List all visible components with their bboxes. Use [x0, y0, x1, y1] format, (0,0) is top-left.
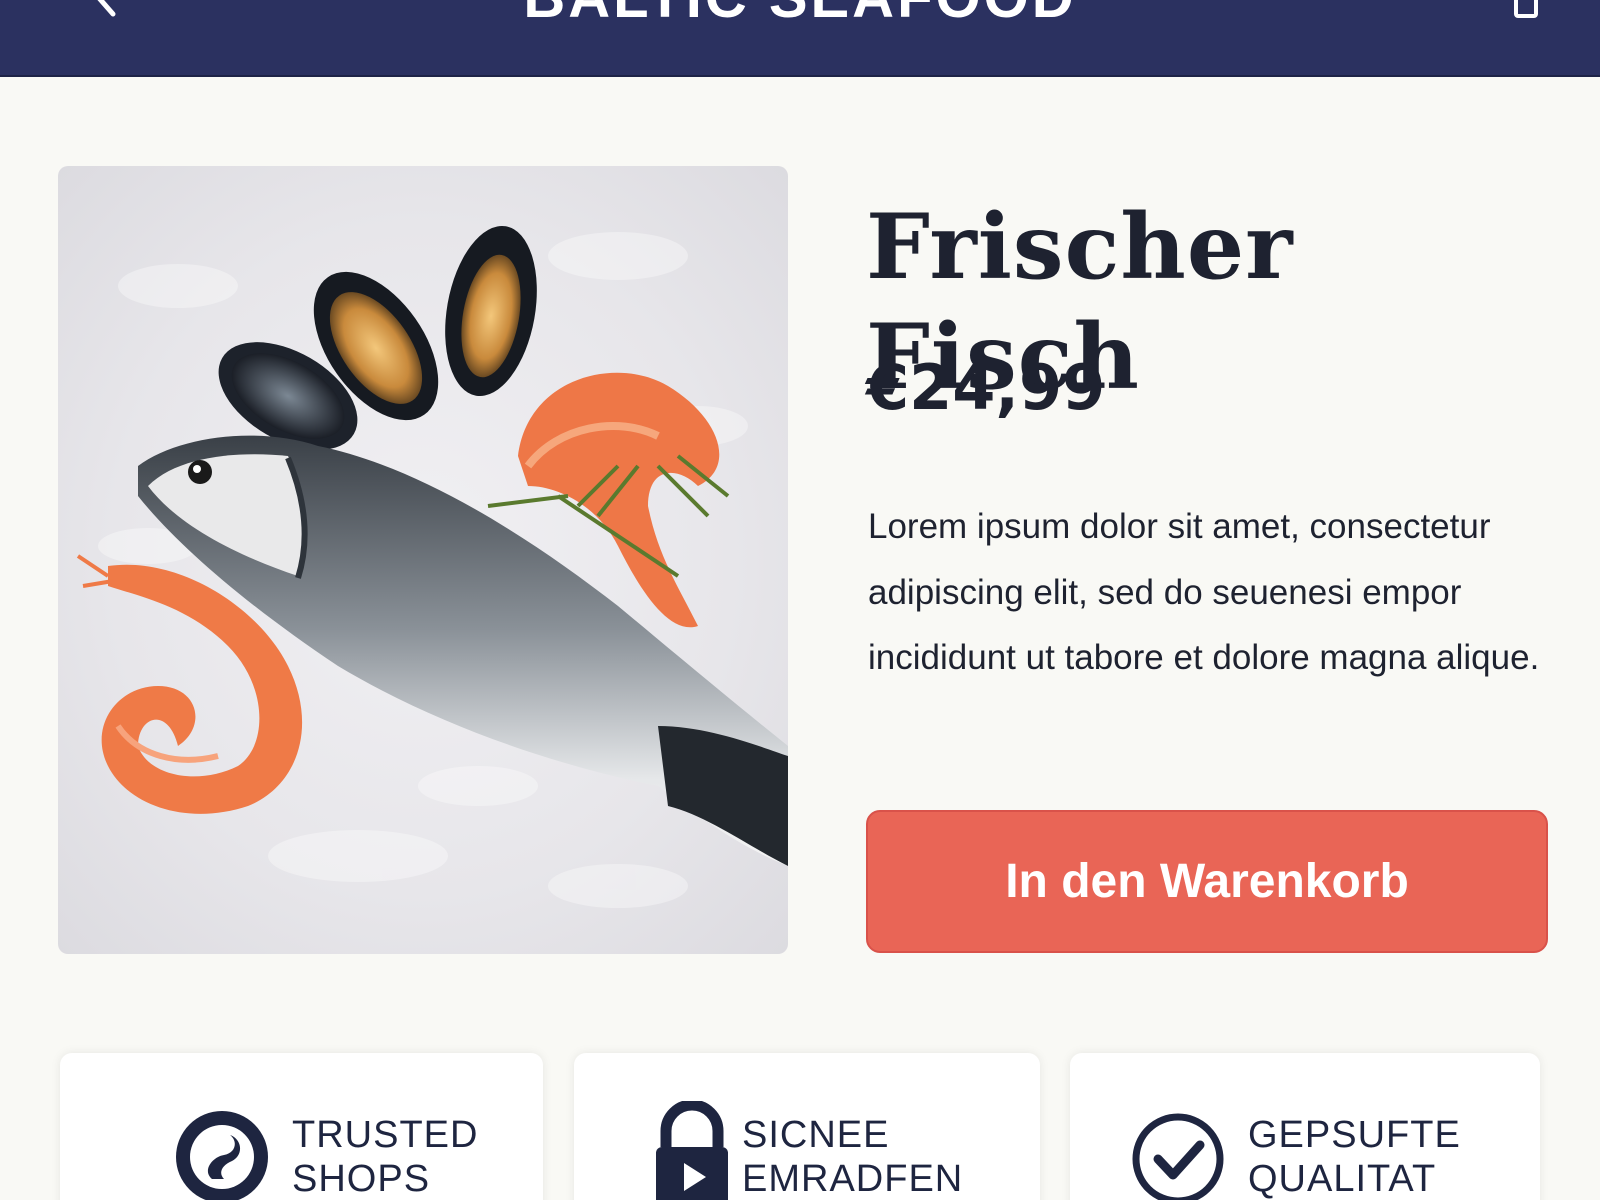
trust-badge-secure-payment: SICNEE EMRADFEN: [574, 1053, 1040, 1200]
cart-button[interactable]: [1506, 0, 1546, 20]
top-navigation-bar: BALTIC SEAFOOD: [0, 0, 1600, 77]
brand-logo-text[interactable]: BALTIC SEAFOOD: [0, 0, 1600, 31]
add-to-cart-button[interactable]: In den Warenkorb: [866, 810, 1548, 953]
trust-badge-line2: QUALITAT: [1248, 1158, 1437, 1200]
bag-icon: [1514, 0, 1538, 18]
product-image: [58, 166, 788, 954]
checkmark-circle-icon: [1132, 1113, 1224, 1200]
trusted-shops-icon: [176, 1111, 268, 1200]
trust-badge-line2: EMRADFEN: [742, 1158, 964, 1200]
trust-badge-line1: SICNEE: [742, 1114, 890, 1156]
trust-badge-line1: TRUSTED: [292, 1114, 479, 1156]
product-price: €24,99: [866, 351, 1106, 424]
trust-badge-line2: SHOPS: [292, 1158, 431, 1200]
product-description: Lorem ipsum dolor sit amet, consectetur …: [868, 507, 1540, 677]
trust-badge-trusted-shops: TRUSTED SHOPS: [60, 1053, 543, 1200]
trust-badge-line1: GEPSUFTE: [1248, 1114, 1461, 1156]
lock-icon: [656, 1101, 728, 1200]
trust-badge-quality: GEPSUFTE QUALITAT: [1070, 1053, 1540, 1200]
